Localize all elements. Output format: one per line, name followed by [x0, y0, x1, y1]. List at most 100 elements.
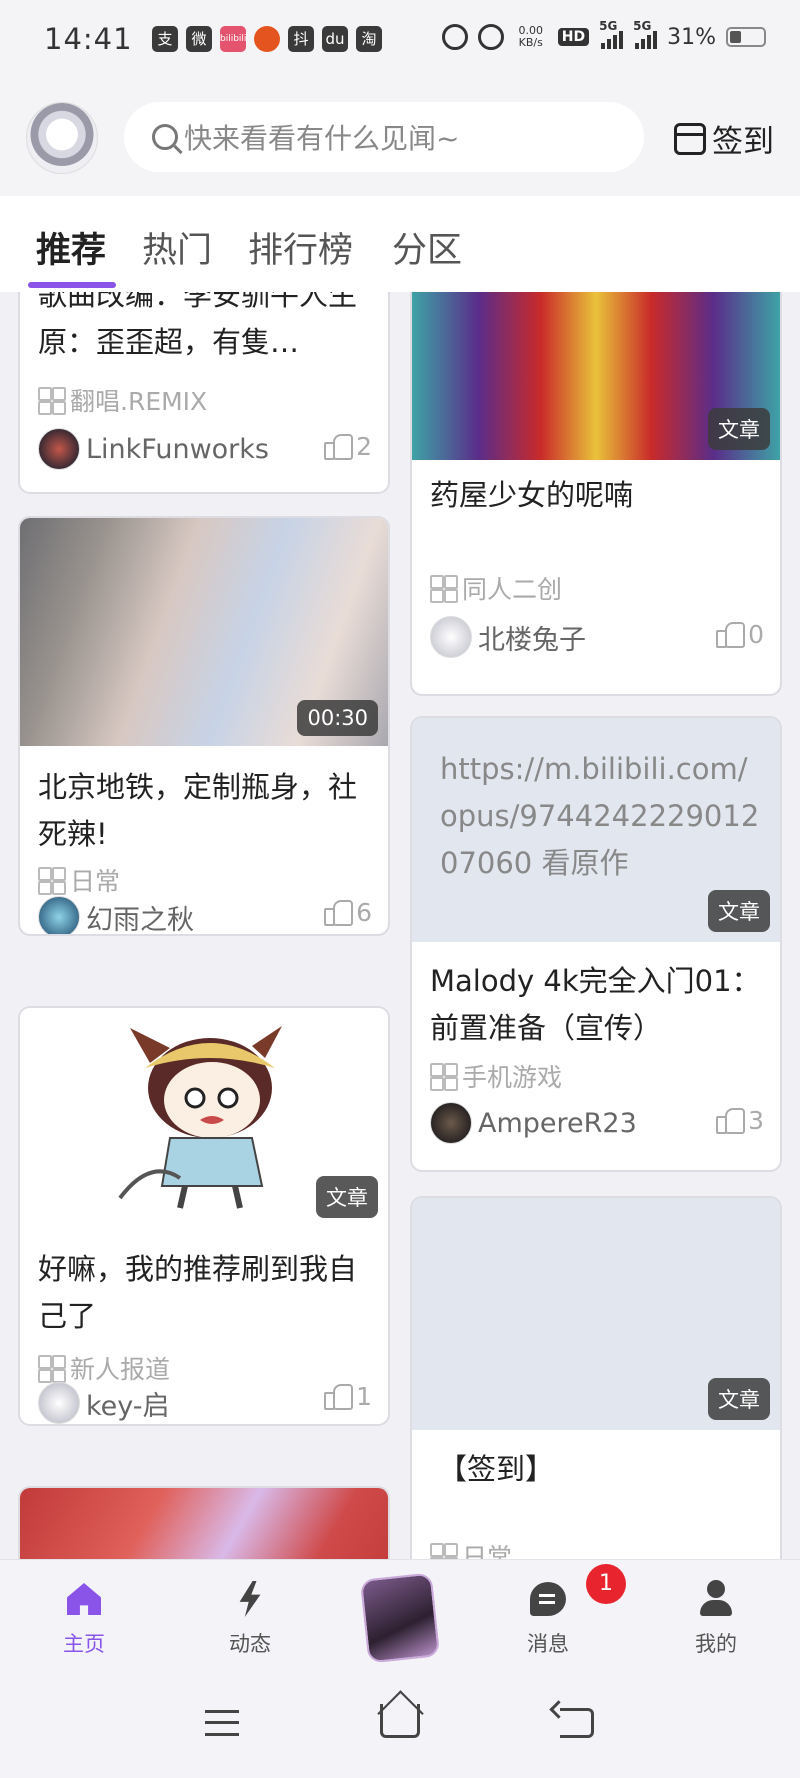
category-icon [430, 1543, 456, 1559]
author-avatar [430, 616, 472, 658]
feed-card[interactable]: 歌曲改编：李安驯牛人生 原：歪歪超，有隻… 翻唱.REMIX LinkFunwo… [18, 292, 390, 494]
bilibili-notification-icon: bilibili [220, 26, 246, 52]
feed[interactable]: 歌曲改编：李安驯牛人生 原：歪歪超，有隻… 翻唱.REMIX LinkFunwo… [0, 292, 800, 1559]
user-avatar[interactable] [26, 102, 98, 174]
message-count-badge: 1 [586, 1564, 626, 1604]
system-home-icon[interactable] [380, 1704, 420, 1738]
system-nav-bar [0, 1680, 800, 1778]
card-video-thumbnail[interactable]: 00:30 [20, 518, 388, 746]
search-bar[interactable]: 快来看看有什么见闻~ [124, 102, 644, 172]
like-button[interactable]: 2 [324, 432, 372, 461]
card-title: 好嘛，我的推荐刷到我自己了 [38, 1252, 358, 1333]
tab-recommend[interactable]: 推荐 [36, 222, 106, 273]
like-button[interactable]: 3 [716, 1106, 764, 1135]
author-avatar [38, 1382, 80, 1424]
card-cover-image[interactable]: 文章 [412, 292, 780, 460]
card-cover-image[interactable]: 文章 [20, 1008, 388, 1228]
search-placeholder: 快来看看有什么见闻~ [184, 122, 460, 155]
card-category[interactable]: 日常 [430, 1538, 512, 1559]
message-icon [530, 1582, 566, 1616]
card-author[interactable]: LinkFunworks [38, 428, 269, 470]
card-category[interactable]: 手机游戏 [430, 1058, 562, 1094]
thumb-up-icon [324, 899, 354, 926]
link-preview-text: https://m.bilibili.com/opus/974424222901… [440, 752, 760, 880]
like-button[interactable]: 6 [324, 898, 372, 927]
card-category[interactable]: 同人二创 [430, 570, 562, 606]
card-title: Malody 4k完全入门01：前置准备（宣传） [430, 964, 761, 1045]
feed-card[interactable]: 文章 药屋少女的呢喃 同人二创 北楼兔子 0 [410, 292, 782, 696]
status-bar: 14:41 支 微 bilibili 抖 du 淘 0.00 KB/s HD 5… [0, 0, 800, 86]
nav-profile[interactable]: 我的 [666, 1574, 766, 1658]
article-badge: 文章 [316, 1176, 378, 1218]
card-author[interactable]: 北楼兔子 [430, 616, 586, 658]
card-author[interactable]: key-启 [38, 1382, 170, 1424]
menu-icon[interactable] [205, 1710, 239, 1736]
user-icon [698, 1580, 734, 1618]
signal-icon-sim2: 5G [633, 19, 658, 49]
calendar-icon [674, 122, 706, 155]
card-category[interactable]: 新人报道 [38, 1350, 170, 1386]
alarm-icon [441, 24, 468, 50]
tab-sections[interactable]: 分区 [392, 222, 462, 273]
location-notification-icon: du [322, 26, 348, 52]
card-title: 歌曲改编：李安驯牛人生 原：歪歪超，有隻… [38, 292, 358, 359]
battery-percent: 31% [667, 24, 716, 50]
card-author[interactable]: AmpereR23 [430, 1102, 637, 1144]
nav-profile-label: 我的 [695, 1632, 737, 1656]
card-category[interactable]: 日常 [38, 862, 120, 898]
feed-card[interactable]: 文章 【签到】 日常 [410, 1196, 782, 1559]
mute-icon [477, 24, 504, 50]
feed-card[interactable]: 文章 好嘛，我的推荐刷到我自己了 新人报道 key-启 1 [18, 1006, 390, 1426]
app-notification-icon [254, 26, 280, 52]
card-title: 药屋少女的呢喃 [430, 478, 634, 512]
author-avatar [430, 1102, 472, 1144]
active-tab-indicator [28, 282, 116, 288]
category-icon [430, 575, 456, 603]
app-header: 快来看看有什么见闻~ 签到 [0, 86, 800, 196]
status-app-icons: 支 微 bilibili 抖 du 淘 [152, 26, 382, 52]
back-icon[interactable] [560, 1708, 594, 1738]
alipay-notification-icon: 支 [152, 26, 178, 52]
article-badge: 文章 [708, 1378, 770, 1420]
category-icon [38, 867, 64, 895]
card-category[interactable]: 翻唱.REMIX [38, 382, 207, 418]
feed-card[interactable] [18, 1486, 390, 1559]
category-icon [38, 387, 64, 415]
card-title: 北京地铁，定制瓶身，社死辣! [38, 770, 358, 851]
nav-home[interactable]: 主页 [34, 1574, 134, 1658]
tab-ranking[interactable]: 排行榜 [248, 222, 353, 273]
card-cover-image[interactable]: 文章 [412, 1198, 780, 1430]
feed-card[interactable]: https://m.bilibili.com/opus/974424222901… [410, 716, 782, 1172]
article-badge: 文章 [708, 890, 770, 932]
category-icon [38, 1355, 64, 1383]
thumb-up-icon [716, 1107, 746, 1134]
like-button[interactable]: 1 [324, 1382, 372, 1411]
bottom-nav: 主页 动态 消息 我的 [0, 1559, 800, 1680]
nav-messages[interactable]: 消息 [498, 1574, 598, 1658]
signal-icon-sim1: 5G [599, 19, 624, 49]
center-publish-button[interactable] [359, 1572, 441, 1664]
category-icon [430, 1063, 456, 1091]
feed-card[interactable]: 00:30 北京地铁，定制瓶身，社死辣! 日常 幻雨之秋 6 [18, 516, 390, 936]
home-icon [67, 1583, 101, 1615]
taobao-notification-icon: 淘 [356, 26, 382, 52]
nav-messages-label: 消息 [527, 1632, 569, 1656]
card-author[interactable]: 幻雨之秋 [38, 896, 194, 934]
feed-tabs: 推荐 热门 排行榜 分区 [0, 196, 800, 292]
status-time: 14:41 [44, 22, 133, 56]
thumb-up-icon [324, 433, 354, 460]
hd-icon: HD [557, 28, 590, 46]
card-cover-image[interactable] [20, 1488, 388, 1559]
card-title: 【签到】 [438, 1452, 555, 1486]
like-button[interactable]: 0 [716, 620, 764, 649]
card-link-preview[interactable]: https://m.bilibili.com/opus/974424222901… [412, 718, 780, 942]
signin-button[interactable]: 签到 [674, 116, 774, 161]
battery-icon [726, 27, 766, 47]
author-avatar [38, 428, 80, 470]
article-badge: 文章 [708, 408, 770, 450]
nav-dynamic[interactable]: 动态 [200, 1574, 300, 1658]
tab-hot[interactable]: 热门 [142, 222, 212, 273]
tiktok-notification-icon: 抖 [288, 26, 314, 52]
thumb-up-icon [716, 621, 746, 648]
search-icon [152, 124, 178, 150]
